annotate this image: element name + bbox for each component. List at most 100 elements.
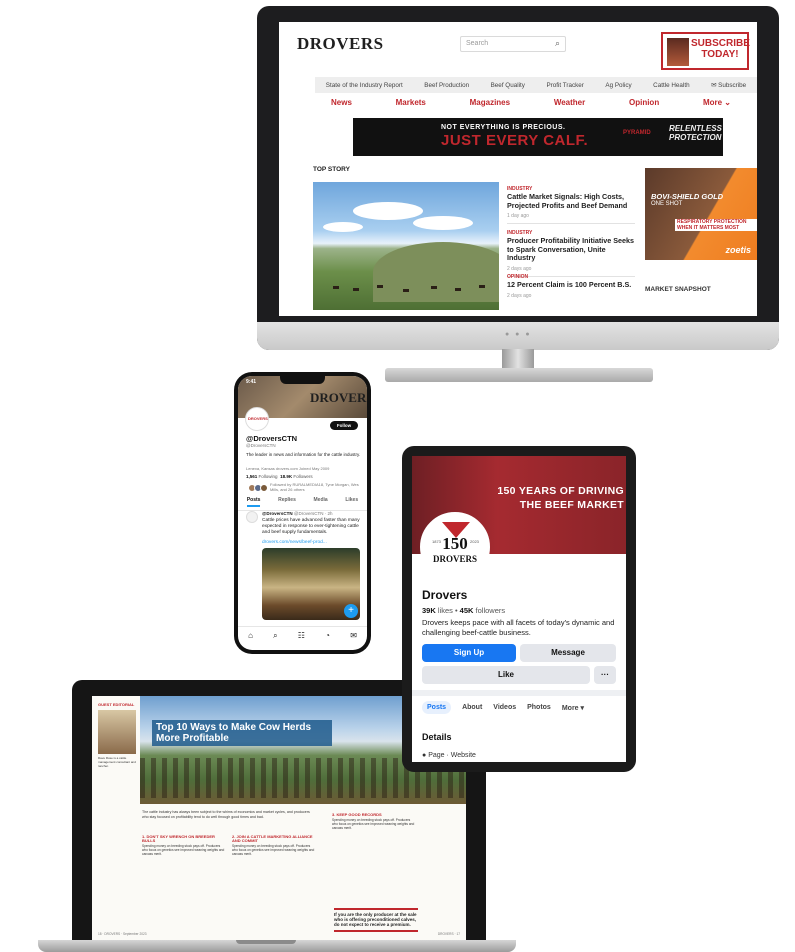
- profile-logo[interactable]: 150 1873 2023 DROVERS: [420, 512, 490, 582]
- tab-photos[interactable]: Photos: [527, 704, 551, 714]
- more-options-button[interactable]: ···: [594, 666, 616, 684]
- post-link[interactable]: drovers.com/news/beef-prod...: [262, 540, 327, 545]
- profile-handle: @DroversCTN: [246, 443, 276, 448]
- banner-ad[interactable]: NOT EVERYTHING IS PRECIOUS. JUST EVERY C…: [353, 118, 723, 156]
- page-tabs: Posts About Videos Photos More ▾: [422, 701, 622, 714]
- search-icon[interactable]: ⌕: [555, 38, 560, 49]
- logo-number: 150: [442, 534, 468, 553]
- home-icon[interactable]: ⌂: [248, 631, 253, 640]
- footer-right: DROVERS · 17: [437, 932, 460, 936]
- phone-notch: [280, 376, 325, 384]
- search-input[interactable]: Search ⌕: [460, 36, 566, 52]
- ad-subtitle: ONE SHOT: [651, 201, 683, 207]
- nav-magazines[interactable]: Magazines: [470, 98, 510, 107]
- pull-quote: If you are the only producer at the sale…: [334, 908, 418, 932]
- magazine-cover-thumbnail: [667, 38, 689, 66]
- top-story-photo[interactable]: [313, 182, 499, 310]
- mail-icon[interactable]: ✉: [350, 631, 357, 640]
- compose-button[interactable]: +: [344, 604, 358, 618]
- page-footer: 18 · DROVERS · September 2023 DROVERS · …: [98, 932, 460, 936]
- ad-title: BOVI-SHIELD GOLD: [651, 192, 724, 201]
- story-item[interactable]: INDUSTRY Cattle Market Signals: High Cos…: [507, 186, 635, 224]
- follow-button[interactable]: Follow: [330, 421, 358, 430]
- profile-stats: 1,561 Following 18.9K Followers: [246, 474, 313, 479]
- divider: [412, 690, 626, 696]
- banner-line-2: JUST EVERY CALF.: [441, 132, 589, 149]
- nav-opinion[interactable]: Opinion: [629, 98, 659, 107]
- banner-line-1: NOT EVERYTHING IS PRECIOUS.: [441, 124, 566, 131]
- like-button[interactable]: Like: [422, 666, 590, 684]
- story-headline[interactable]: Producer Profitability Initiative Seeks …: [507, 236, 635, 263]
- menu-item[interactable]: Beef Production: [424, 82, 469, 89]
- bell-icon[interactable]: ◔: [325, 631, 330, 640]
- ad-brand: zoetis: [725, 245, 751, 255]
- nav-news[interactable]: News: [331, 98, 352, 107]
- menu-item[interactable]: Beef Quality: [491, 82, 525, 89]
- story-time: 1 day ago: [507, 213, 529, 219]
- nav-weather[interactable]: Weather: [554, 98, 585, 107]
- top-menu: State of the Industry Report Beef Produc…: [315, 77, 757, 93]
- site-logo[interactable]: DROVERS: [297, 34, 384, 54]
- column-text: Spending money on breeding stock pays of…: [232, 844, 315, 856]
- section-tag: GUEST EDITORIAL: [98, 702, 135, 707]
- facebook-page-screen: 150 YEARS OF DRIVING THE BEEF MARKET 150…: [412, 456, 626, 762]
- follower-avatars: [248, 484, 268, 492]
- story-item[interactable]: INDUSTRY Producer Profitability Initiati…: [507, 230, 635, 277]
- article-title: Top 10 Ways to Make Cow Herds More Profi…: [152, 720, 332, 746]
- menu-item[interactable]: Profit Tracker: [546, 82, 583, 89]
- header-logo: DROVERS: [310, 390, 367, 405]
- details-heading: Details: [422, 732, 452, 742]
- tab-posts[interactable]: Posts: [422, 701, 452, 714]
- tab-more[interactable]: More ▾: [562, 704, 584, 714]
- post-author: @DroversCTN @DroversCTN · 2h: [262, 511, 333, 516]
- sidebar-ad[interactable]: BOVI-SHIELD GOLD ONE SHOT RESPIRATORY PR…: [645, 168, 757, 260]
- tab-likes[interactable]: Likes: [345, 497, 358, 507]
- column-heading: 3. KEEP GOOD RECORDS: [332, 812, 382, 817]
- footer-left: 18 · DROVERS · September 2023: [98, 932, 147, 936]
- hill: [373, 242, 499, 302]
- desktop-monitor: DROVERS Search ⌕ SUBSCRIBE TODAY! State …: [257, 6, 779, 350]
- message-button[interactable]: Message: [520, 644, 616, 662]
- sign-up-button[interactable]: Sign Up: [422, 644, 516, 662]
- status-time: 9:41: [246, 379, 257, 385]
- profile-tabs: Posts Replies Media Likes: [238, 497, 367, 511]
- search-icon[interactable]: ⌕: [273, 631, 277, 641]
- column-text: Spending money on breeding stock pays of…: [142, 844, 225, 856]
- column-heading: 1. DON'T SKY WRENCH ON BREEDER BULLS: [142, 834, 215, 843]
- story-time: 2 days ago: [507, 292, 532, 299]
- banner-brand: PYRAMID: [623, 130, 651, 136]
- story-item[interactable]: OPINION 12 Percent Claim is 100 Percent …: [507, 274, 635, 299]
- post-text: Cattle prices have advanced faster than …: [262, 518, 360, 535]
- avatar[interactable]: DROVERS: [246, 408, 268, 430]
- menu-item[interactable]: Cattle Health: [653, 82, 689, 89]
- monitor-stand-base: [385, 368, 653, 382]
- subscribe-ad[interactable]: SUBSCRIBE TODAY!: [661, 32, 750, 70]
- market-snapshot-heading: MARKET SNAPSHOT: [645, 286, 711, 293]
- nav-markets[interactable]: Markets: [396, 98, 426, 107]
- column-heading: 2. JOIN A CATTLE MARKETING ALLIANCE AND …: [232, 834, 313, 843]
- ad-tagline: RESPIRATORY PROTECTION WHEN IT MATTERS M…: [675, 219, 757, 231]
- page-name: Drovers: [422, 588, 468, 602]
- menu-item[interactable]: Ag Policy: [605, 82, 631, 89]
- menu-item[interactable]: State of the Industry Report: [326, 82, 403, 89]
- twitter-profile-screen: 9:41 DROVERS DROVERS Follow @DroversCTN …: [238, 376, 367, 650]
- story-headline[interactable]: 12 Percent Claim is 100 Percent B.S.: [507, 280, 635, 290]
- tab-media[interactable]: Media: [314, 497, 328, 507]
- page-description: Drovers keeps pace with all facets of to…: [422, 618, 615, 637]
- article-column: 1. DON'T SKY WRENCH ON BREEDER BULLS Spe…: [142, 832, 226, 857]
- article-intro: The cattle industry has always been subj…: [142, 810, 310, 819]
- tab-videos[interactable]: Videos: [493, 704, 516, 714]
- community-icon[interactable]: ☷: [298, 631, 305, 640]
- story-time: 2 days ago: [507, 265, 532, 272]
- nav-more[interactable]: More ⌄: [703, 98, 731, 107]
- profile-meta: Lenexa, Kansas drovers.com Joined May 20…: [246, 466, 330, 471]
- bottom-nav: ⌂ ⌕ ☷ ◔ ✉: [238, 626, 367, 644]
- tab-posts[interactable]: Posts: [247, 497, 261, 507]
- story-headline[interactable]: Cattle Market Signals: High Costs, Proje…: [507, 192, 635, 210]
- tab-about[interactable]: About: [462, 704, 482, 714]
- top-story-label: TOP STORY: [313, 166, 350, 173]
- menu-item-subscribe[interactable]: ✉ Subscribe: [711, 82, 746, 89]
- author-bio: Dave Rose is a cattle management consult…: [98, 756, 136, 768]
- post-avatar[interactable]: [246, 511, 258, 523]
- tab-replies[interactable]: Replies: [278, 497, 296, 507]
